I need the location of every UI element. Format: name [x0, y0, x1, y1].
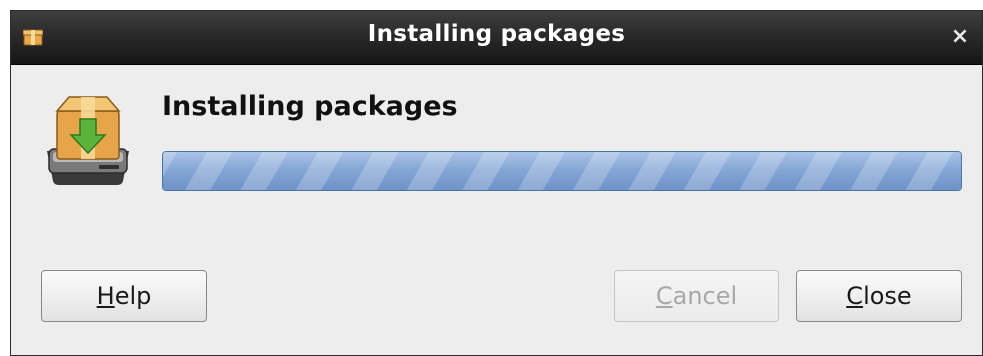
cancel-button-label: ancel [672, 282, 738, 310]
help-button[interactable]: Help [41, 270, 207, 322]
close-button-mnemonic: C [846, 282, 864, 310]
progress-bar-fill [163, 152, 961, 190]
cancel-button-mnemonic: C [655, 282, 673, 310]
status-heading: Installing packages [162, 91, 458, 122]
install-progress-bar [162, 151, 962, 191]
close-button-label: lose [863, 282, 912, 310]
help-button-mnemonic: H [96, 282, 115, 310]
window-title: Installing packages [367, 21, 626, 47]
help-button-label: elp [114, 282, 152, 310]
window-close-button[interactable]: × [948, 25, 972, 49]
close-button[interactable]: Close [796, 270, 962, 322]
install-dialog: Installing packages × Installing package… [10, 10, 983, 356]
title-bar[interactable]: Installing packages × [11, 11, 982, 65]
package-install-icon [43, 89, 133, 189]
cancel-button[interactable]: Cancel [614, 270, 779, 322]
